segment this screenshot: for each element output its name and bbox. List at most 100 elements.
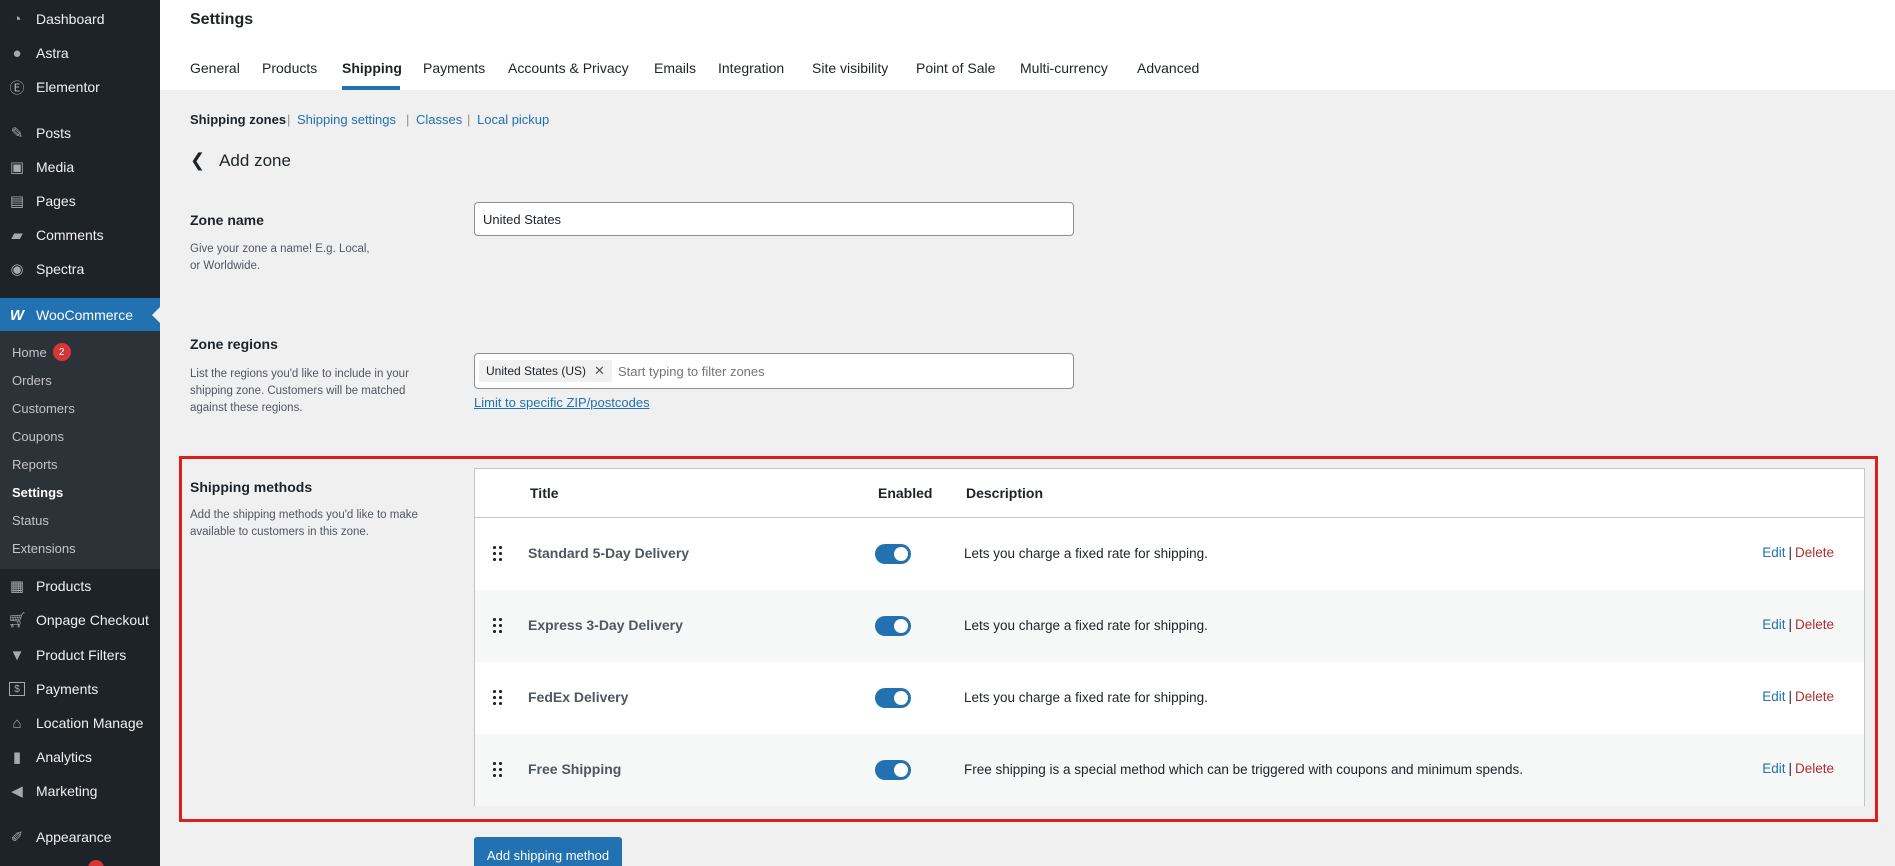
submenu-item-settings[interactable]: Settings	[12, 482, 63, 502]
tab-advanced[interactable]: Advanced	[1137, 60, 1199, 76]
admin-sidebar: ◔ Dashboard ● Astra Ⓔ Elementor ✎ Posts …	[0, 0, 160, 866]
zone-name-value: United States	[483, 211, 562, 227]
remove-chip-icon[interactable]: ✕	[594, 363, 605, 379]
submenu-item-orders[interactable]: Orders	[12, 370, 52, 390]
tab-multi-currency[interactable]: Multi-currency	[1020, 60, 1108, 76]
shipping-methods-label: Shipping methods	[190, 479, 313, 495]
menu-item-pages[interactable]: ▤ Pages	[0, 184, 160, 218]
zone-name-input[interactable]: United States	[474, 202, 1074, 236]
menu-item-media[interactable]: ▣ Media	[0, 150, 160, 184]
drag-handle-icon[interactable]	[493, 544, 505, 564]
region-search-placeholder[interactable]: Start typing to filter zones	[618, 364, 765, 379]
column-header-enabled: Enabled	[878, 485, 933, 501]
table-row: Standard 5-Day Delivery Lets you charge …	[475, 518, 1864, 590]
menu-item-posts[interactable]: ✎ Posts	[0, 116, 160, 150]
drag-handle-icon[interactable]	[493, 616, 505, 636]
media-icon: ▣	[9, 159, 25, 176]
edit-link[interactable]: Edit	[1762, 761, 1785, 776]
subnav-separator: |	[467, 112, 471, 127]
description-line: List the regions you'd like to include i…	[190, 368, 409, 380]
table-row: FedEx Delivery Lets you charge a fixed r…	[475, 662, 1864, 734]
tab-integration[interactable]: Integration	[718, 60, 784, 76]
delete-link[interactable]: Delete	[1795, 617, 1834, 632]
menu-item-spectra[interactable]: ◉ Spectra	[0, 252, 160, 286]
enabled-toggle[interactable]	[875, 688, 911, 708]
submenu-item-extensions[interactable]: Extensions	[12, 538, 76, 558]
method-description: Lets you charge a fixed rate for shippin…	[964, 618, 1208, 633]
edit-link[interactable]: Edit	[1762, 545, 1785, 560]
subnav-separator: |	[287, 112, 291, 127]
edit-link[interactable]: Edit	[1762, 689, 1785, 704]
menu-item-payments[interactable]: $ Payments	[0, 672, 160, 706]
delete-link[interactable]: Delete	[1795, 761, 1834, 776]
zone-regions-input[interactable]: United States (US) ✕ Start typing to fil…	[474, 353, 1074, 389]
method-description: Lets you charge a fixed rate for shippin…	[964, 546, 1208, 561]
subnav-shipping-zones[interactable]: Shipping zones	[190, 112, 286, 127]
page-heading: Add zone	[219, 150, 291, 170]
edit-link[interactable]: Edit	[1762, 617, 1785, 632]
enabled-toggle[interactable]	[875, 760, 911, 780]
page-title: Settings	[190, 11, 254, 28]
comments-icon: ▰	[11, 227, 23, 244]
zone-regions-label: Zone regions	[190, 336, 278, 352]
add-shipping-method-button[interactable]: Add shipping method	[474, 837, 622, 866]
tab-general[interactable]: General	[190, 60, 240, 76]
menu-item-label: Product Filters	[36, 647, 127, 663]
delete-link[interactable]: Delete	[1795, 545, 1834, 560]
menu-item-elementor[interactable]: Ⓔ Elementor	[0, 70, 160, 104]
filter-icon: ▼	[9, 646, 25, 664]
submenu-item-label: Home	[12, 344, 47, 360]
submenu-item-reports[interactable]: Reports	[12, 454, 58, 474]
products-icon: ▦	[9, 578, 25, 595]
column-header-description: Description	[966, 485, 1044, 501]
cart-icon: 🛒︎	[7, 612, 27, 629]
limit-zip-link[interactable]: Limit to specific ZIP/postcodes	[474, 395, 650, 410]
menu-item-appearance[interactable]: ✐ Appearance	[0, 820, 160, 854]
subnav-classes[interactable]: Classes	[416, 112, 462, 127]
back-to-zones[interactable]: ❮ Add zone	[190, 150, 291, 171]
description-line: available to customers in this zone.	[190, 526, 369, 538]
enabled-toggle[interactable]	[875, 544, 911, 564]
menu-item-label: Location Manage	[36, 715, 144, 731]
row-actions: Edit | Delete	[1762, 545, 1834, 560]
chevron-left-icon: ❮	[190, 150, 206, 170]
submenu-item-home[interactable]: Home 2	[12, 342, 71, 362]
tab-accounts-privacy[interactable]: Accounts & Privacy	[508, 60, 629, 76]
menu-item-label: Onpage Checkout	[36, 612, 149, 628]
submenu-item-status[interactable]: Status	[12, 510, 49, 530]
tab-point-of-sale[interactable]: Point of Sale	[916, 60, 995, 76]
dashboard-icon: ◔	[12, 10, 22, 28]
region-chip-label: United States (US)	[486, 364, 587, 378]
menu-item-marketing[interactable]: ◀ Marketing	[0, 774, 160, 808]
menu-item-label: Pages	[36, 193, 76, 209]
menu-item-woocommerce[interactable]: W WooCommerce	[0, 298, 160, 332]
method-title: Express 3-Day Delivery	[528, 617, 683, 633]
submenu-item-coupons[interactable]: Coupons	[12, 426, 64, 446]
menu-item-label: Elementor	[36, 79, 100, 95]
menu-item-onpage-checkout[interactable]: 🛒︎ Onpage Checkout	[0, 603, 160, 637]
tab-payments[interactable]: Payments	[423, 60, 485, 76]
menu-item-astra[interactable]: ● Astra	[0, 36, 160, 70]
tab-site-visibility[interactable]: Site visibility	[812, 60, 888, 76]
menu-item-dashboard[interactable]: ◔ Dashboard	[0, 2, 160, 36]
menu-item-products[interactable]: ▦ Products	[0, 569, 160, 603]
submenu-item-customers[interactable]: Customers	[12, 398, 75, 418]
description-line: shipping zone. Customers will be matched	[190, 385, 406, 397]
menu-item-analytics[interactable]: ▮ Analytics	[0, 740, 160, 774]
subnav-local-pickup[interactable]: Local pickup	[477, 112, 549, 127]
subnav-shipping-settings[interactable]: Shipping settings	[297, 112, 396, 127]
enabled-toggle[interactable]	[875, 616, 911, 636]
menu-item-product-filters[interactable]: ▼ Product Filters	[0, 638, 160, 672]
menu-item-location-manage[interactable]: ⌂ Location Manage	[0, 706, 160, 740]
delete-link[interactable]: Delete	[1795, 689, 1834, 704]
tab-products[interactable]: Products	[262, 60, 317, 76]
tab-shipping[interactable]: Shipping	[342, 60, 402, 76]
astra-icon: ●	[12, 44, 22, 62]
menu-item-comments[interactable]: ▰ Comments	[0, 218, 160, 252]
drag-handle-icon[interactable]	[493, 760, 505, 780]
drag-handle-icon[interactable]	[493, 688, 505, 708]
tab-emails[interactable]: Emails	[654, 60, 696, 76]
spectra-icon: ◉	[10, 261, 24, 278]
description-line: Give your zone a name! E.g. Local,	[190, 243, 370, 255]
location-icon: ⌂	[12, 714, 22, 732]
